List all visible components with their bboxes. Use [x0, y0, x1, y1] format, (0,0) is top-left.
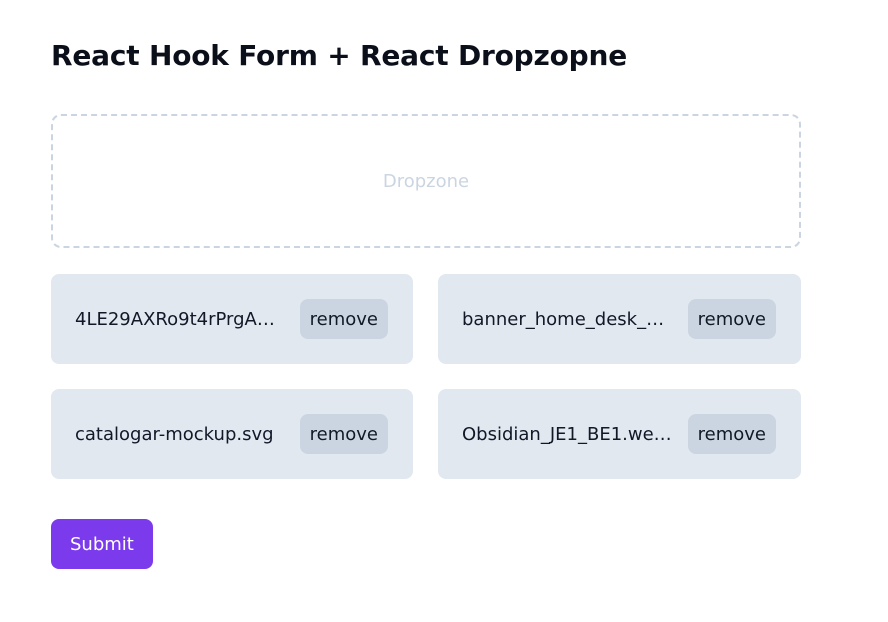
page: React Hook Form + React Dropzopne Dropzo… [0, 0, 888, 622]
remove-file-button[interactable]: remove [299, 299, 388, 339]
file-name: catalogar-mockup.svg [75, 423, 274, 445]
page-title: React Hook Form + React Dropzopne [51, 39, 628, 72]
submit-button[interactable]: Submit [51, 519, 153, 569]
file-card: 4LE29AXRo9t4rPrgAN... remove [51, 274, 413, 364]
file-list: 4LE29AXRo9t4rPrgAN... remove banner_home… [51, 274, 801, 479]
file-card: Obsidian_JE1_BE1.webp remove [438, 389, 801, 479]
file-name: banner_home_desk_1... [462, 308, 674, 330]
file-name: 4LE29AXRo9t4rPrgAN... [75, 308, 287, 330]
file-card: catalogar-mockup.svg remove [51, 389, 413, 479]
dropzone-label: Dropzone [382, 170, 470, 192]
remove-file-button[interactable]: remove [687, 414, 776, 454]
remove-file-button[interactable]: remove [299, 414, 388, 454]
file-card: banner_home_desk_1... remove [438, 274, 801, 364]
remove-file-button[interactable]: remove [687, 299, 776, 339]
dropzone[interactable]: Dropzone [51, 114, 801, 248]
file-name: Obsidian_JE1_BE1.webp [462, 423, 674, 445]
